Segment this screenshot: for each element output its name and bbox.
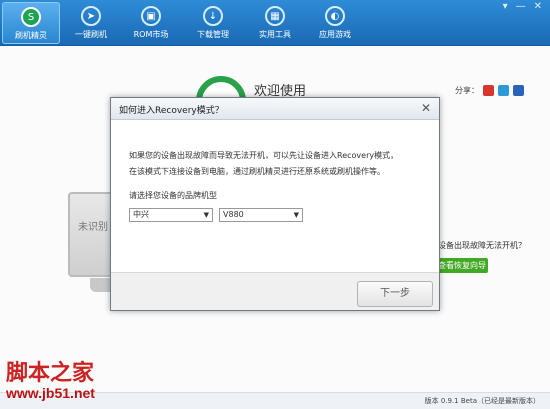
body-line-2: 在该模式下连接设备到电脑，通过刷机精灵进行还原系统或刷机操作等。	[129, 167, 385, 176]
chevron-down-icon: ▼	[203, 211, 209, 219]
window-controls: ▾ — ✕	[503, 1, 542, 12]
nav-label: 一键刷机	[75, 30, 107, 39]
share-bar: 分享：	[455, 85, 524, 96]
recovery-guide-button[interactable]: 查看恢复向导	[436, 258, 488, 273]
apps-icon: ◐	[325, 6, 345, 26]
body-line-1: 如果您的设备出现故障而导致无法开机，可以先让设备进入Recovery模式，	[129, 151, 399, 160]
dialog-titlebar: 如何进入Recovery模式？ ✕	[111, 98, 439, 120]
dialog-title: 如何进入Recovery模式？	[119, 106, 224, 116]
chevron-down-icon: ▼	[293, 211, 299, 219]
download-icon: ↓	[203, 6, 223, 26]
close-icon[interactable]: ✕	[534, 1, 542, 12]
tencent-weibo-icon[interactable]	[498, 85, 509, 96]
nav-label: ROM市场	[133, 30, 169, 39]
nav-apps[interactable]: ◐ 应用游戏	[306, 2, 364, 44]
model-select[interactable]: V880 ▼	[219, 208, 303, 222]
minimize-icon[interactable]: —	[516, 1, 526, 12]
nav-home[interactable]: S 刷机精灵	[2, 2, 60, 44]
nav-label: 下载管理	[197, 30, 229, 39]
cursor-icon: ➤	[81, 6, 101, 26]
recovery-dialog: 如何进入Recovery模式？ ✕ 如果您的设备出现故障而导致无法开机，可以先让…	[110, 97, 440, 311]
tools-icon: ▦	[265, 6, 285, 26]
menu-icon[interactable]: ▾	[503, 1, 508, 12]
model-value: V880	[223, 210, 244, 219]
watermark-url: www.jb51.net	[6, 385, 95, 401]
nav-tools[interactable]: ▦ 实用工具	[246, 2, 304, 44]
nav-rom-market[interactable]: ▣ ROM市场	[122, 2, 180, 44]
market-icon: ▣	[141, 6, 161, 26]
close-icon[interactable]: ✕	[421, 101, 431, 115]
nav-label: 刷机精灵	[15, 31, 47, 40]
share-label: 分享：	[455, 86, 479, 95]
nav-label: 实用工具	[259, 30, 291, 39]
next-button[interactable]: 下一步	[357, 281, 433, 307]
weibo-icon[interactable]	[483, 85, 494, 96]
version-text: 版本 0.9.1 Beta（已经是最新版本）	[424, 397, 540, 405]
brand-select[interactable]: 中兴 ▼	[129, 208, 213, 222]
brand-value: 中兴	[133, 210, 149, 219]
logo-icon: S	[21, 7, 41, 27]
top-toolbar: S 刷机精灵 ➤ 一键刷机 ▣ ROM市场 ↓ 下载管理 ▦ 实用工具 ◐ 应用…	[0, 0, 550, 46]
dialog-body: 如果您的设备出现故障而导致无法开机，可以先让设备进入Recovery模式， 在该…	[129, 148, 429, 180]
nav-download[interactable]: ↓ 下载管理	[184, 2, 242, 44]
unrecognized-text: 未识别	[78, 222, 108, 233]
nav-label: 应用游戏	[319, 30, 351, 39]
dialog-footer: 下一步	[111, 272, 439, 310]
watermark-title: 脚本之家	[6, 360, 95, 386]
select-label: 请选择您设备的品牌机型	[129, 191, 217, 200]
fault-question: 设备出现故障无法开机？	[438, 241, 526, 250]
nav-one-click-flash[interactable]: ➤ 一键刷机	[62, 2, 120, 44]
renren-icon[interactable]	[513, 85, 524, 96]
